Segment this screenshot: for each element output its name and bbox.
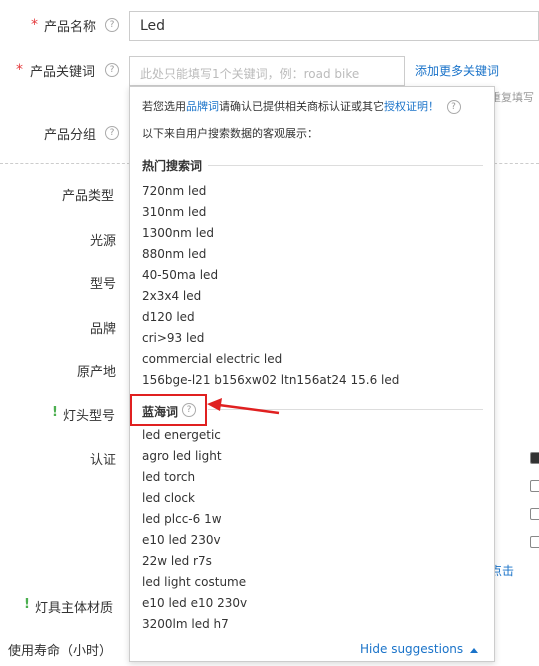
field-label-light-source: 光源	[90, 234, 117, 249]
blue-ocean-term[interactable]: led plcc-6 1w	[142, 512, 222, 526]
product-name-input[interactable]: Led	[129, 11, 539, 41]
hot-term[interactable]: d120 led	[142, 310, 195, 324]
help-icon[interactable]: ?	[105, 18, 119, 32]
hot-term[interactable]: 310nm led	[142, 205, 206, 219]
field-label-body-material: 灯具主体材质	[35, 601, 114, 616]
warning-mark: !	[52, 405, 58, 420]
blue-ocean-term[interactable]: e10 led 230v	[142, 533, 221, 547]
blue-ocean-term[interactable]: e10 led e10 230v	[142, 596, 247, 610]
notice-text: 若您选用	[142, 100, 186, 113]
product-group-label: 产品分组	[44, 128, 97, 143]
add-more-keywords-link[interactable]: 添加更多关键词	[415, 62, 499, 79]
hot-search-title: 热门搜索词	[142, 159, 203, 173]
hot-term[interactable]: cri>93 led	[142, 331, 204, 345]
hot-term[interactable]: 720nm led	[142, 184, 206, 198]
notice-text: 请确认已提供相关商标认证或其它	[219, 100, 384, 113]
field-label-base-type: 灯头型号	[63, 409, 116, 424]
field-label-lifespan: 使用寿命（小时）	[8, 644, 113, 659]
hot-term[interactable]: 1300nm led	[142, 226, 214, 240]
hide-suggestions-button[interactable]: Hide suggestions	[360, 642, 478, 656]
hot-term[interactable]: 156bge-l21 b156xw02 ltn156at24 15.6 led	[142, 373, 399, 387]
blue-ocean-term[interactable]: 3200lm led h7	[142, 617, 229, 631]
repeat-fill-hint: 重复填写	[490, 91, 534, 104]
keyword-label: 产品关键词	[30, 65, 96, 80]
product-name-label: 产品名称	[44, 20, 97, 35]
field-label-brand: 品牌	[90, 322, 117, 337]
blue-ocean-title: 蓝海词	[142, 405, 179, 419]
field-label-certification: 认证	[90, 453, 117, 468]
help-icon[interactable]: ?	[182, 403, 196, 417]
blue-ocean-term[interactable]: led clock	[142, 491, 195, 505]
trademark-notice: 若您选用品牌词请确认已提供相关商标认证或其它授权证明！ ?	[142, 98, 461, 114]
field-label-model: 型号	[90, 277, 117, 292]
annotation-arrow-icon	[207, 398, 280, 415]
data-source-note: 以下来自用户搜索数据的客观展示：	[142, 127, 318, 140]
blue-ocean-term[interactable]: led energetic	[142, 428, 221, 442]
help-icon[interactable]: ?	[105, 126, 119, 140]
hot-term[interactable]: 40-50ma led	[142, 268, 218, 282]
keyword-suggestion-dropdown: 若您选用品牌词请确认已提供相关商标认证或其它授权证明！ ? 以下来自用户搜索数据…	[129, 86, 495, 662]
hide-suggestions-label: Hide suggestions	[360, 642, 464, 656]
keyword-placeholder: 此处只能填写1个关键词，例：road bike	[140, 67, 360, 81]
hot-term[interactable]: commercial electric led	[142, 352, 282, 366]
section-divider	[0, 163, 130, 164]
cert-checkbox[interactable]	[530, 480, 539, 492]
help-icon[interactable]: ?	[446, 100, 461, 114]
blue-ocean-term[interactable]: agro led light	[142, 449, 222, 463]
field-label-origin: 原产地	[77, 365, 117, 380]
required-mark: *	[31, 17, 38, 33]
cert-checkbox[interactable]	[530, 508, 539, 520]
keyword-input[interactable]: 此处只能填写1个关键词，例：road bike	[129, 56, 405, 86]
brand-word-link[interactable]: 品牌词	[186, 100, 219, 113]
blue-ocean-term[interactable]: 22w led r7s	[142, 554, 212, 568]
section-divider	[494, 163, 539, 164]
blue-ocean-term[interactable]: led light costume	[142, 575, 246, 589]
hot-term[interactable]: 880nm led	[142, 247, 206, 261]
required-mark: *	[16, 62, 23, 78]
product-name-value: Led	[140, 18, 166, 34]
warning-mark: !	[24, 597, 30, 612]
caret-up-icon	[470, 647, 478, 653]
section-line	[208, 165, 483, 166]
authorization-proof-link[interactable]: 授权证明！	[384, 100, 439, 113]
cert-checkbox-checked[interactable]	[530, 452, 539, 464]
blue-ocean-term[interactable]: led torch	[142, 470, 195, 484]
hot-term[interactable]: 2x3x4 led	[142, 289, 201, 303]
cert-checkbox[interactable]	[530, 536, 539, 548]
field-label-product-type: 产品类型	[62, 189, 115, 204]
help-icon[interactable]: ?	[105, 63, 119, 77]
